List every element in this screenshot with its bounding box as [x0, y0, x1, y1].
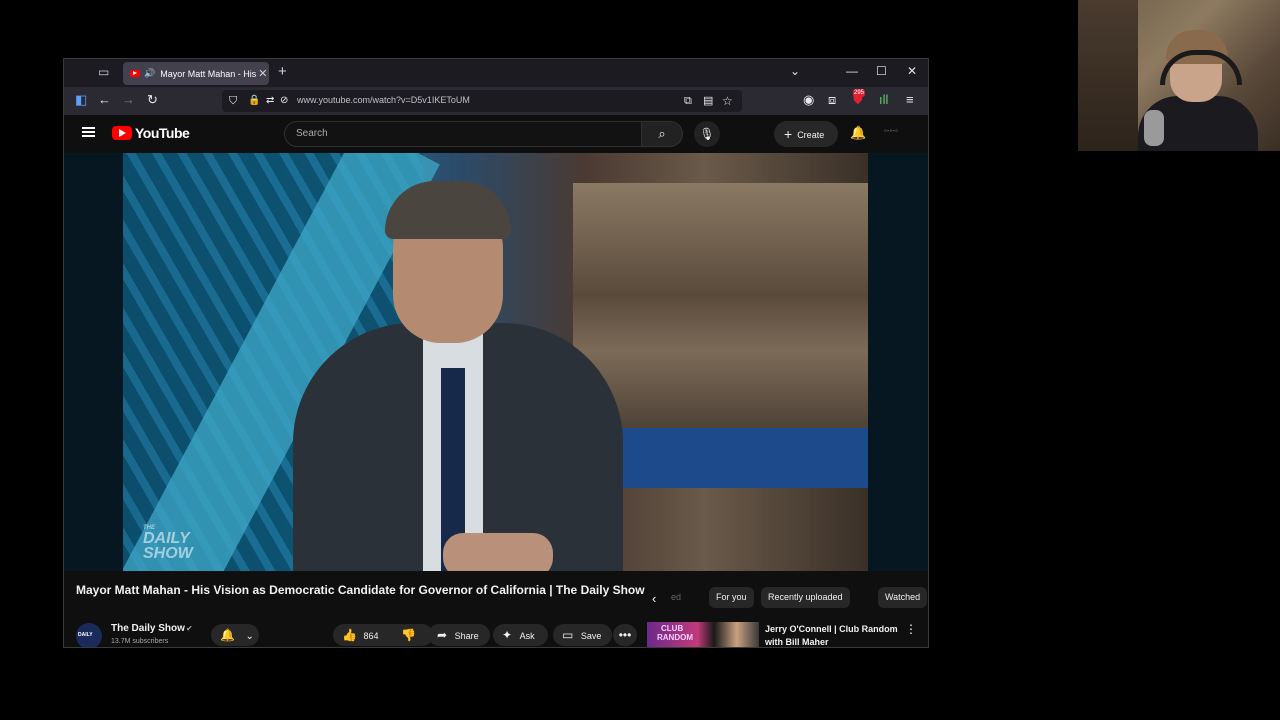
account-avatar[interactable]: ◦-◦-◦ — [884, 126, 898, 135]
minimize-icon[interactable]: — — [846, 64, 858, 78]
extensions-icon[interactable]: ⧈ — [828, 93, 836, 107]
video-frame[interactable]: THE DAILY SHOW — [123, 153, 868, 571]
like-dislike-group: 👍 864 👎 — [333, 624, 433, 646]
microphone-icon: 🎙 — [699, 127, 715, 141]
share-icon: ➦ — [437, 628, 448, 642]
bell-icon: 🔔 — [220, 628, 235, 642]
watermark-line-2: DAILY — [143, 530, 190, 547]
browser-window: ▭ 🔊 Mayor Matt Mahan - His Vision as Dem… — [63, 58, 929, 648]
like-icon[interactable]: 👍 — [342, 628, 357, 642]
youtube-favicon-icon — [130, 70, 140, 77]
reader-view-icon[interactable]: ▤ — [703, 94, 713, 108]
video-title: Mayor Matt Mahan - His Vision as Democra… — [76, 583, 645, 597]
subscribed-notifications-button[interactable]: 🔔 ⌄ — [211, 624, 259, 646]
lock-icon[interactable]: 🔒 — [248, 94, 260, 108]
guest-hands — [443, 533, 553, 571]
url-text[interactable]: www.youtube.com/watch?v=D5v1IKEToUM — [297, 95, 470, 105]
chip-watched[interactable]: Watched — [878, 587, 928, 608]
video-player[interactable]: THE DAILY SHOW — [64, 153, 928, 571]
recommendation-thumbnail[interactable]: CLUB RANDOM — [647, 622, 759, 647]
ask-label: Ask — [519, 631, 535, 641]
more-horizontal-icon: ••• — [618, 628, 632, 642]
like-count[interactable]: 864 — [363, 631, 378, 641]
equalizer-icon[interactable]: ıll — [879, 93, 888, 107]
save-playlist-icon: ▭ — [562, 628, 574, 642]
save-button[interactable]: ▭ Save — [553, 624, 612, 646]
thumbnail-text-2: RANDOM — [657, 633, 693, 642]
list-all-tabs-icon[interactable]: ⌄ — [790, 64, 800, 78]
youtube-logo-icon[interactable] — [112, 126, 132, 140]
chevron-left-icon[interactable]: ‹ — [652, 591, 656, 606]
notifications-bell-icon[interactable]: 🔔 — [850, 125, 866, 141]
more-actions-button[interactable]: ••• — [613, 624, 637, 646]
close-tab-icon[interactable]: ✕ — [258, 67, 267, 80]
verified-check-icon: ✔ — [186, 624, 193, 633]
app-menu-icon[interactable]: ≡ — [906, 93, 914, 107]
search-input[interactable]: Search — [284, 121, 642, 147]
youtube-logo-text[interactable]: YouTube — [135, 125, 190, 141]
dislike-icon[interactable]: 👎 — [401, 628, 416, 642]
recommendation-chips: ‹ ed For you Recently uploaded Watched — [652, 587, 928, 609]
account-icon[interactable]: ◉ — [803, 93, 814, 107]
create-button[interactable]: + Create — [774, 121, 838, 147]
sidebar-icon[interactable]: ◧ — [75, 93, 87, 107]
maximize-icon[interactable]: ☐ — [876, 64, 887, 78]
picture-in-picture-icon[interactable]: ⧉ — [684, 94, 692, 108]
recommendation-title[interactable]: Jerry O'Connell | Club Random with Bill … — [765, 623, 905, 647]
ask-button[interactable]: ✦ Ask — [493, 624, 548, 646]
channel-name[interactable]: The Daily Show — [111, 623, 185, 634]
watermark-line-3: SHOW — [143, 545, 193, 562]
chip-recently-uploaded[interactable]: Recently uploaded — [761, 587, 850, 608]
search-icon: ⌕ — [658, 126, 666, 141]
chip-for-you[interactable]: For you — [709, 587, 754, 608]
bookmark-star-icon[interactable]: ☆ — [722, 94, 733, 108]
microphone — [1144, 110, 1164, 146]
address-bar[interactable]: ⛉ 🔒 ⇄ ⊘ www.youtube.com/watch?v=D5v1IKET… — [222, 90, 742, 112]
tab-bar: ▭ 🔊 Mayor Matt Mahan - His Vision as Dem… — [64, 59, 928, 87]
chevron-down-icon: ⌄ — [245, 631, 254, 642]
tab-youtube[interactable]: 🔊 Mayor Matt Mahan - His Vision as Democ… — [123, 62, 269, 85]
reload-icon[interactable]: ↻ — [147, 93, 158, 107]
tab-overview-icon[interactable]: ▭ — [98, 66, 112, 78]
shield-icon[interactable]: ⛉ — [229, 94, 237, 108]
channel-avatar[interactable] — [76, 623, 102, 647]
youtube-header: YouTube Search ⌕ 🎙 + Create 🔔 ◦-◦-◦ — [64, 115, 928, 153]
permissions-icon[interactable]: ⇄ — [266, 94, 274, 108]
search-button[interactable]: ⌕ — [641, 121, 683, 147]
voice-search-button[interactable]: 🎙 — [694, 121, 720, 147]
create-label: Create — [797, 130, 825, 140]
save-label: Save — [580, 631, 602, 641]
recommendation-item[interactable]: CLUB RANDOM Jerry O'Connell | Club Rando… — [647, 620, 928, 647]
forward-icon[interactable]: → — [122, 93, 135, 107]
back-icon[interactable]: ← — [98, 93, 111, 107]
share-button[interactable]: ➦ Share — [428, 624, 490, 646]
more-vertical-icon[interactable]: ⋮ — [905, 622, 917, 636]
guide-menu-icon[interactable] — [82, 127, 95, 137]
chip-partial[interactable]: ed — [668, 587, 684, 608]
plus-icon: + — [784, 126, 793, 142]
tab-title: Mayor Matt Mahan - His Vision as Democra… — [160, 68, 257, 79]
search-placeholder: Search — [296, 128, 328, 139]
speaker-icon[interactable]: 🔊 — [144, 68, 155, 79]
webcam-overlay — [1078, 0, 1280, 151]
extension-badge: 295 — [853, 89, 866, 97]
show-watermark: THE DAILY SHOW — [143, 525, 193, 562]
subscriber-count: 13.7M subscribers — [111, 638, 169, 645]
sparkle-icon: ✦ — [502, 628, 513, 642]
share-label: Share — [454, 631, 479, 641]
new-tab-button[interactable]: + — [278, 63, 287, 80]
thumbnail-text-1: CLUB — [661, 624, 684, 633]
navigation-bar: ◧ ← → ↻ ⛉ 🔒 ⇄ ⊘ www.youtube.com/watch?v=… — [64, 87, 928, 115]
close-window-icon[interactable]: ✕ — [907, 64, 917, 78]
webcam-background — [1078, 0, 1138, 151]
autoplay-blocked-icon[interactable]: ⊘ — [280, 94, 288, 108]
